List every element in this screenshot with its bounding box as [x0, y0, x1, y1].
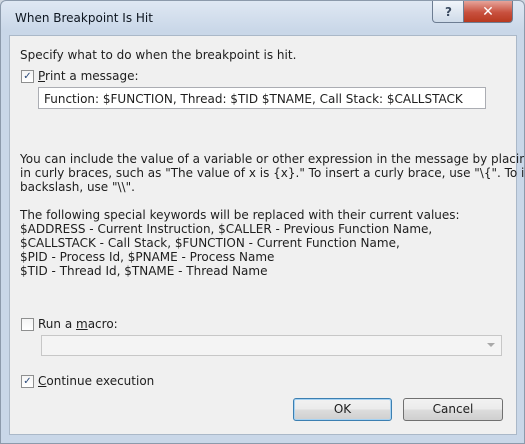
continue-execution-checkbox[interactable]: ✓	[21, 375, 34, 388]
info-line-3: backslash, use "\\".	[20, 180, 135, 194]
print-message-label-rest: rint a message:	[45, 69, 139, 83]
print-message-mnemonic: P	[38, 69, 46, 83]
intro-text: Specify what to do when the breakpoint i…	[20, 48, 297, 62]
run-macro-mnemonic: m	[76, 317, 88, 331]
dialog-body: Specify what to do when the breakpoint i…	[9, 35, 524, 435]
run-macro-checkbox[interactable]	[21, 318, 34, 331]
keywords-line-4: $TID - Thread Id, $TNAME - Thread Name	[20, 264, 268, 278]
run-macro-label[interactable]: Run a macro:	[38, 317, 118, 331]
print-message-label[interactable]: Print a message:	[38, 69, 139, 83]
message-input[interactable]: Function: $FUNCTION, Thread: $TID $TNAME…	[38, 87, 486, 109]
keywords-line-3: $PID - Process Id, $PNAME - Process Name	[20, 250, 275, 264]
run-macro-label-rest: acro:	[87, 317, 118, 331]
checkmark-icon: ✓	[23, 71, 32, 82]
continue-execution-label[interactable]: Continue execution	[38, 374, 154, 388]
info-line-1: You can include the value of a variable …	[20, 152, 525, 166]
continue-execution-label-rest: ontinue execution	[46, 374, 155, 388]
info-line-2: in curly braces, such as "The value of x…	[20, 166, 525, 180]
help-button[interactable]: ?	[432, 1, 465, 23]
dialog-window: When Breakpoint Is Hit ? ✕ Specify what …	[0, 0, 525, 444]
keywords-line-1: $ADDRESS - Current Instruction, $CALLER …	[20, 222, 433, 236]
close-icon: ✕	[482, 3, 494, 20]
keywords-heading: The following special keywords will be r…	[20, 208, 460, 222]
macro-dropdown[interactable]	[41, 335, 502, 356]
window-title: When Breakpoint Is Hit	[15, 11, 153, 25]
print-message-checkbox[interactable]: ✓	[21, 70, 34, 83]
help-icon: ?	[445, 4, 452, 19]
chevron-down-icon	[487, 343, 495, 347]
ok-button[interactable]: OK	[293, 398, 392, 421]
run-macro-label-prefix: Run a	[38, 317, 76, 331]
close-button[interactable]: ✕	[463, 1, 513, 23]
keywords-line-2: $CALLSTACK - Call Stack, $FUNCTION - Cur…	[20, 236, 400, 250]
title-bar[interactable]: When Breakpoint Is Hit ? ✕	[1, 1, 524, 35]
cancel-button[interactable]: Cancel	[403, 398, 503, 421]
checkmark-icon: ✓	[23, 376, 32, 387]
